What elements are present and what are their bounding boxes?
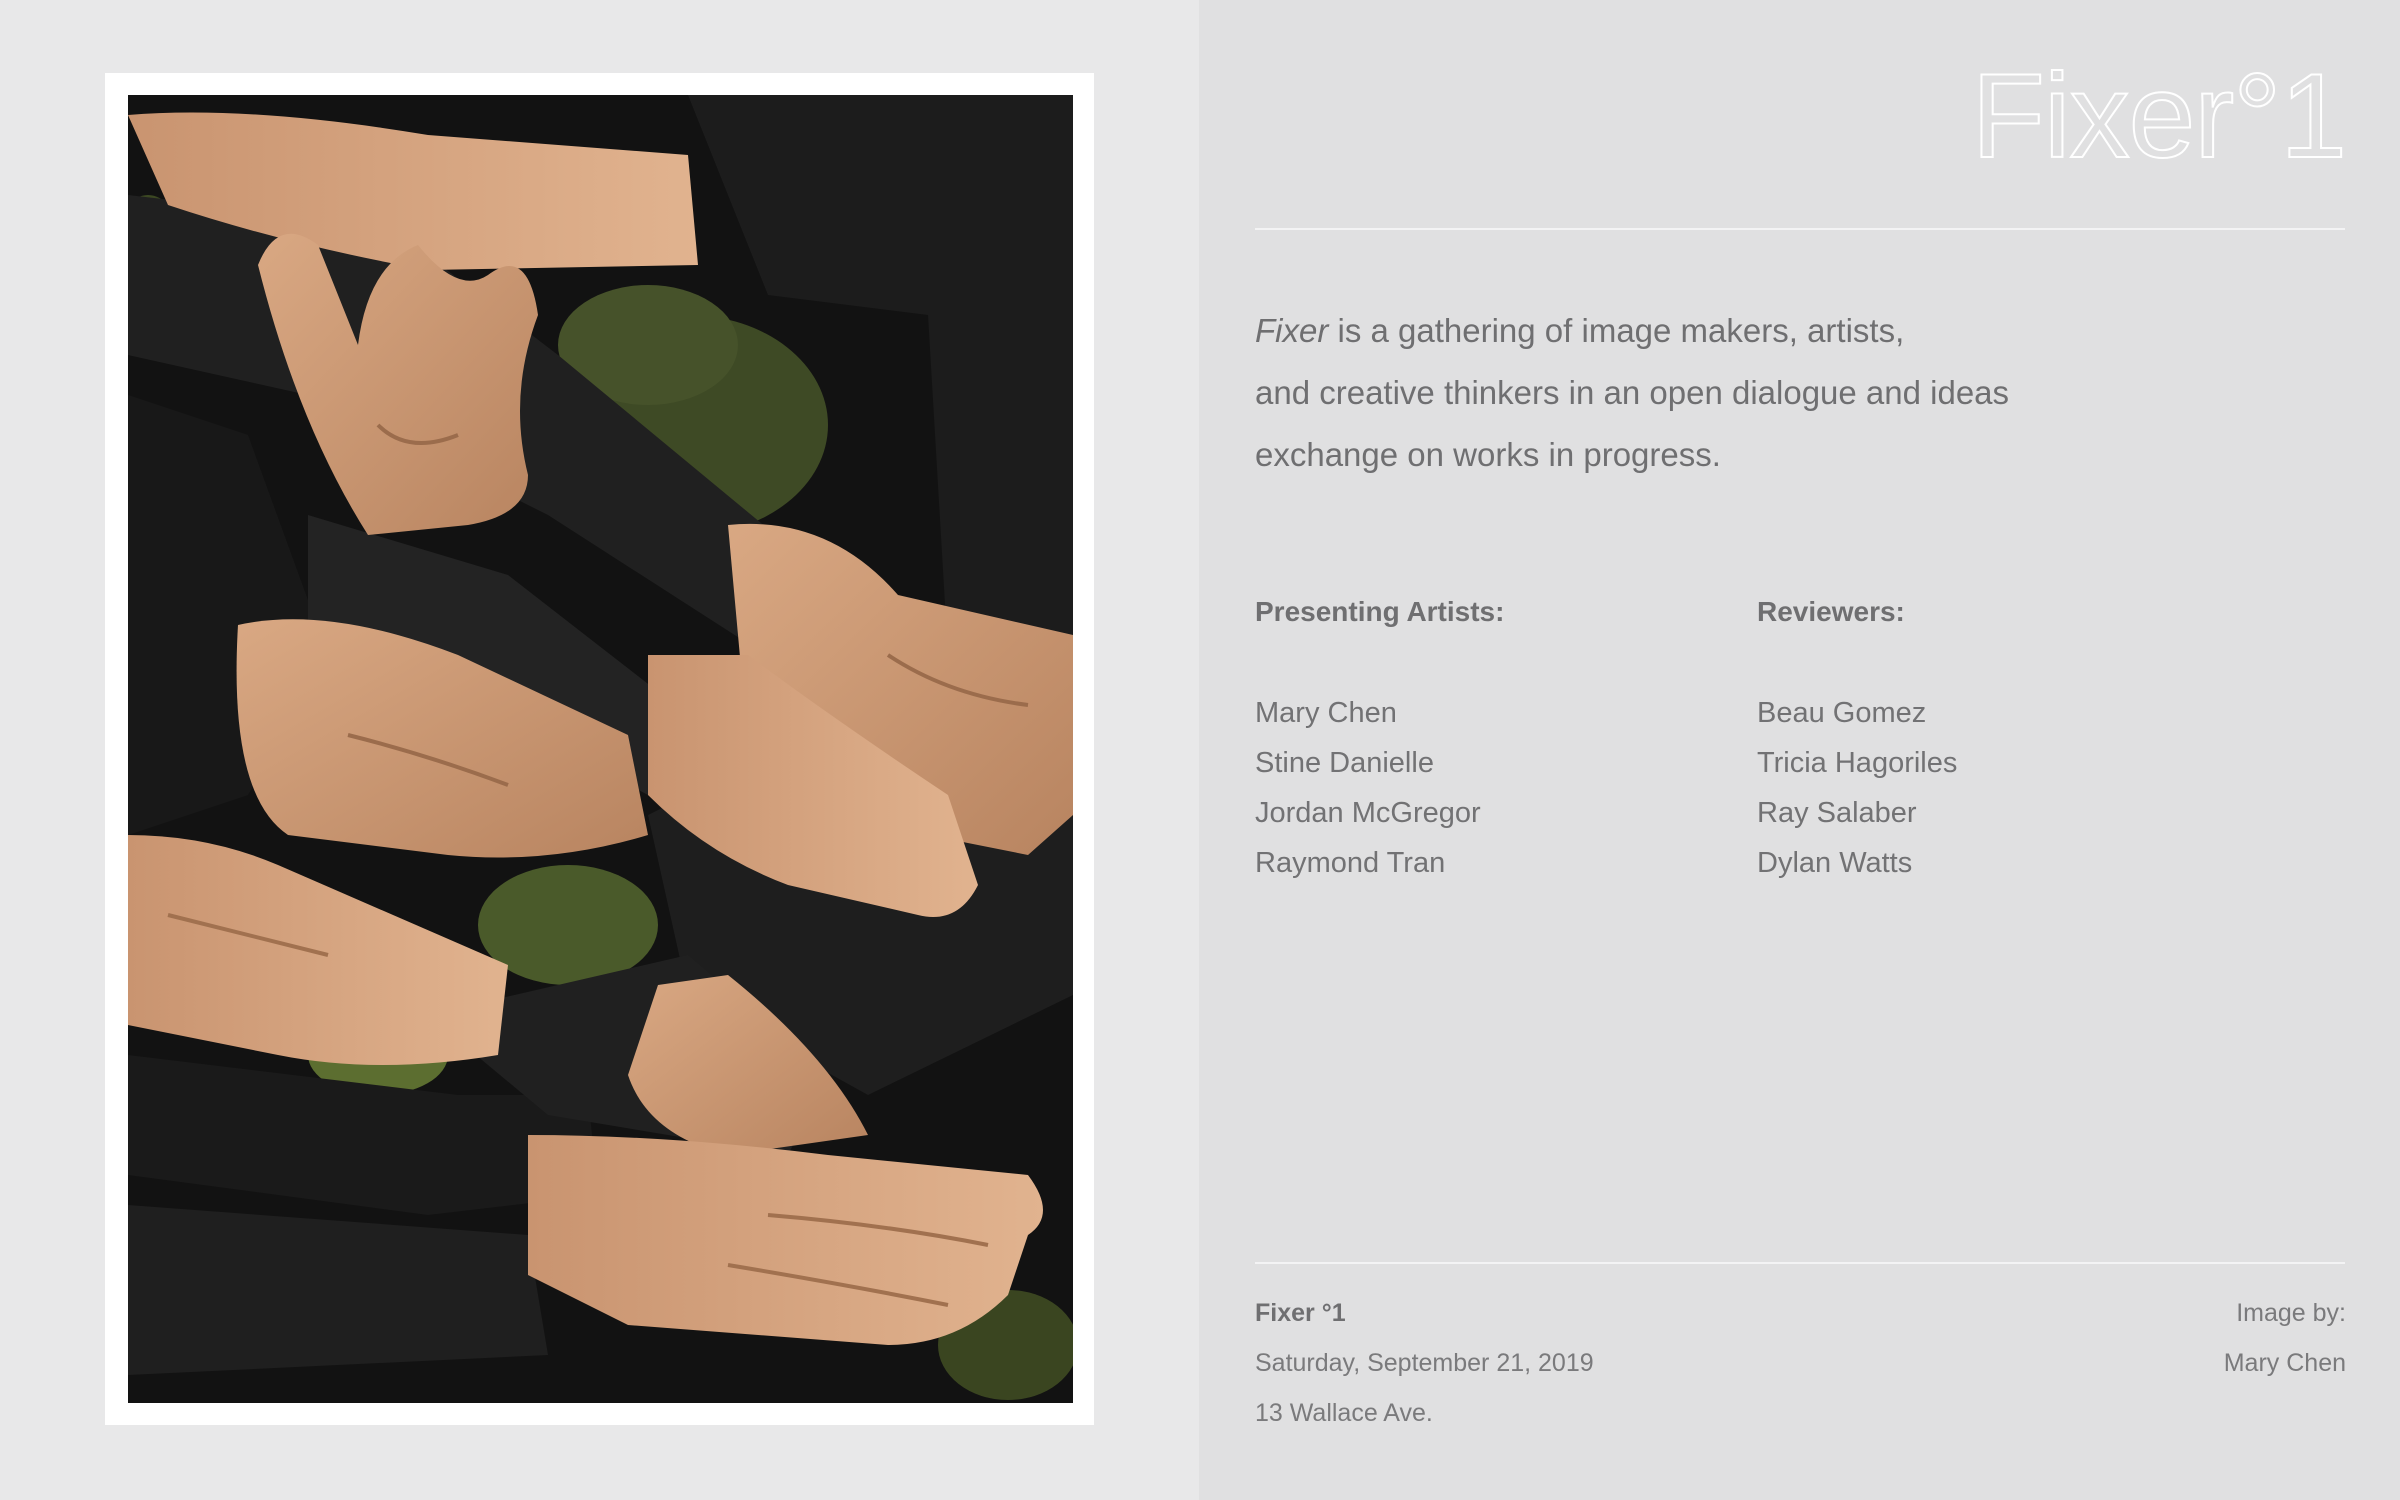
list-item: Mary Chen — [1255, 697, 1397, 729]
reviewers-column: Reviewers: Beau Gomez Tricia Hagoriles R… — [1757, 592, 1957, 888]
list-item: Raymond Tran — [1255, 847, 1446, 879]
list-item: Jordan McGregor — [1255, 797, 1481, 829]
photo-frame — [105, 73, 1094, 1425]
presenting-artists-heading: Presenting Artists: — [1255, 596, 1505, 627]
event-date: Saturday, September 21, 2019 — [1255, 1349, 1594, 1377]
list-item: Beau Gomez — [1757, 697, 1927, 729]
interlocked-hands-photo — [128, 95, 1073, 1403]
presenting-artists-column: Presenting Artists: Mary Chen Stine Dani… — [1255, 592, 1504, 888]
event-details: Fixer °1 Saturday, September 21, 2019 13… — [1255, 1288, 1594, 1438]
intro-line-1-rest: is a gathering of image makers, artists, — [1328, 312, 1905, 349]
event-address: 13 Wallace Ave. — [1255, 1399, 1433, 1427]
image-credit-label: Image by: — [2236, 1299, 2346, 1327]
intro-line-1: Fixer is a gathering of image makers, ar… — [1255, 300, 2155, 362]
list-item: Dylan Watts — [1757, 847, 1913, 879]
reviewers-heading: Reviewers: — [1757, 596, 1905, 627]
list-item: Ray Salaber — [1757, 797, 1917, 829]
list-item: Tricia Hagoriles — [1757, 747, 1958, 779]
image-credit-name: Mary Chen — [2223, 1349, 2346, 1377]
fixer-logo: Fixer°1 — [1971, 49, 2348, 183]
presenting-artists-list: Mary Chen Stine Danielle Jordan McGregor… — [1255, 688, 1504, 888]
intro-line-3: exchange on works in progress. — [1255, 436, 1721, 473]
intro-text: Fixer is a gathering of image makers, ar… — [1255, 300, 2155, 486]
image-credit: Image by: Mary Chen — [2224, 1288, 2346, 1388]
bottom-divider — [1255, 1262, 2345, 1264]
intro-line-2: and creative thinkers in an open dialogu… — [1255, 374, 2010, 411]
event-title: Fixer °1 — [1255, 1299, 1346, 1327]
reviewers-list: Beau Gomez Tricia Hagoriles Ray Salaber … — [1757, 688, 1957, 888]
intro-emphasis: Fixer — [1255, 312, 1329, 349]
list-item: Stine Danielle — [1255, 747, 1434, 779]
top-divider — [1255, 228, 2345, 230]
left-panel — [0, 0, 1199, 1500]
